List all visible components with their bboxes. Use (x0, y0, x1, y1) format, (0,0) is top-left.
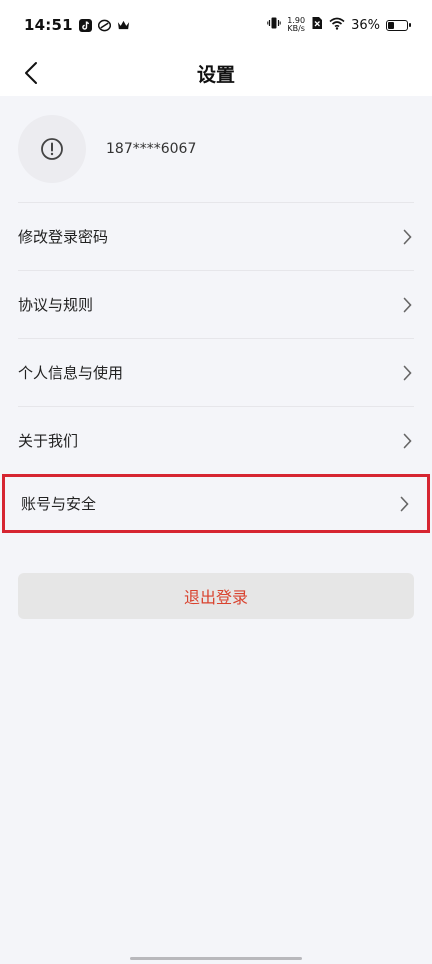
menu-item-account-security[interactable]: 账号与安全 (2, 474, 430, 533)
chevron-right-icon (400, 297, 414, 313)
tiktok-icon (78, 18, 92, 32)
menu-item-label: 关于我们 (18, 432, 79, 450)
chevron-left-icon (25, 62, 37, 84)
logout-section: 退出登录 (0, 573, 432, 619)
menu-item-personal-info[interactable]: 个人信息与使用 (18, 338, 414, 406)
net-speed-unit: KB/s (287, 24, 305, 33)
profile-section: 187****6067 (0, 96, 432, 202)
wifi-icon (329, 17, 345, 34)
chevron-right-icon (400, 229, 414, 245)
vibrate-icon (267, 16, 281, 34)
logout-button[interactable]: 退出登录 (18, 573, 414, 619)
exclamation-circle-icon (41, 138, 63, 160)
menu-item-about-us[interactable]: 关于我们 (18, 406, 414, 474)
crown-icon (117, 19, 130, 32)
home-indicator[interactable] (130, 957, 302, 960)
menu-item-label: 个人信息与使用 (18, 364, 124, 382)
app-logo-icon (97, 19, 111, 32)
avatar[interactable] (18, 115, 86, 183)
menu-item-label: 协议与规则 (18, 296, 94, 314)
nav-bar: 设置 (0, 50, 432, 96)
menu-item-label: 账号与安全 (21, 495, 97, 513)
battery-percent: 36% (351, 17, 380, 33)
battery-fill (388, 21, 395, 29)
no-sim-icon (311, 16, 323, 34)
chevron-right-icon (397, 496, 411, 512)
chevron-right-icon (400, 365, 414, 381)
menu-item-agreements[interactable]: 协议与规则 (18, 270, 414, 338)
phone-number: 187****6067 (106, 141, 197, 157)
status-bar: 14:51 1.90 KB/s 36% (0, 0, 432, 50)
battery-icon (386, 19, 411, 31)
page-title: 设置 (196, 63, 235, 86)
settings-content: 187****6067 修改登录密码 协议与规则 个人信息与使用 关于我们 账号… (0, 96, 432, 619)
status-right: 1.90 KB/s 36% (267, 16, 411, 34)
net-speed: 1.90 KB/s (287, 17, 305, 33)
settings-menu: 修改登录密码 协议与规则 个人信息与使用 关于我们 账号与安全 (0, 202, 432, 533)
status-time: 14:51 (24, 16, 73, 34)
menu-item-change-password[interactable]: 修改登录密码 (18, 202, 414, 270)
chevron-right-icon (400, 433, 414, 449)
menu-item-label: 修改登录密码 (18, 228, 109, 246)
back-button[interactable] (14, 56, 48, 90)
status-left: 14:51 (24, 16, 130, 34)
